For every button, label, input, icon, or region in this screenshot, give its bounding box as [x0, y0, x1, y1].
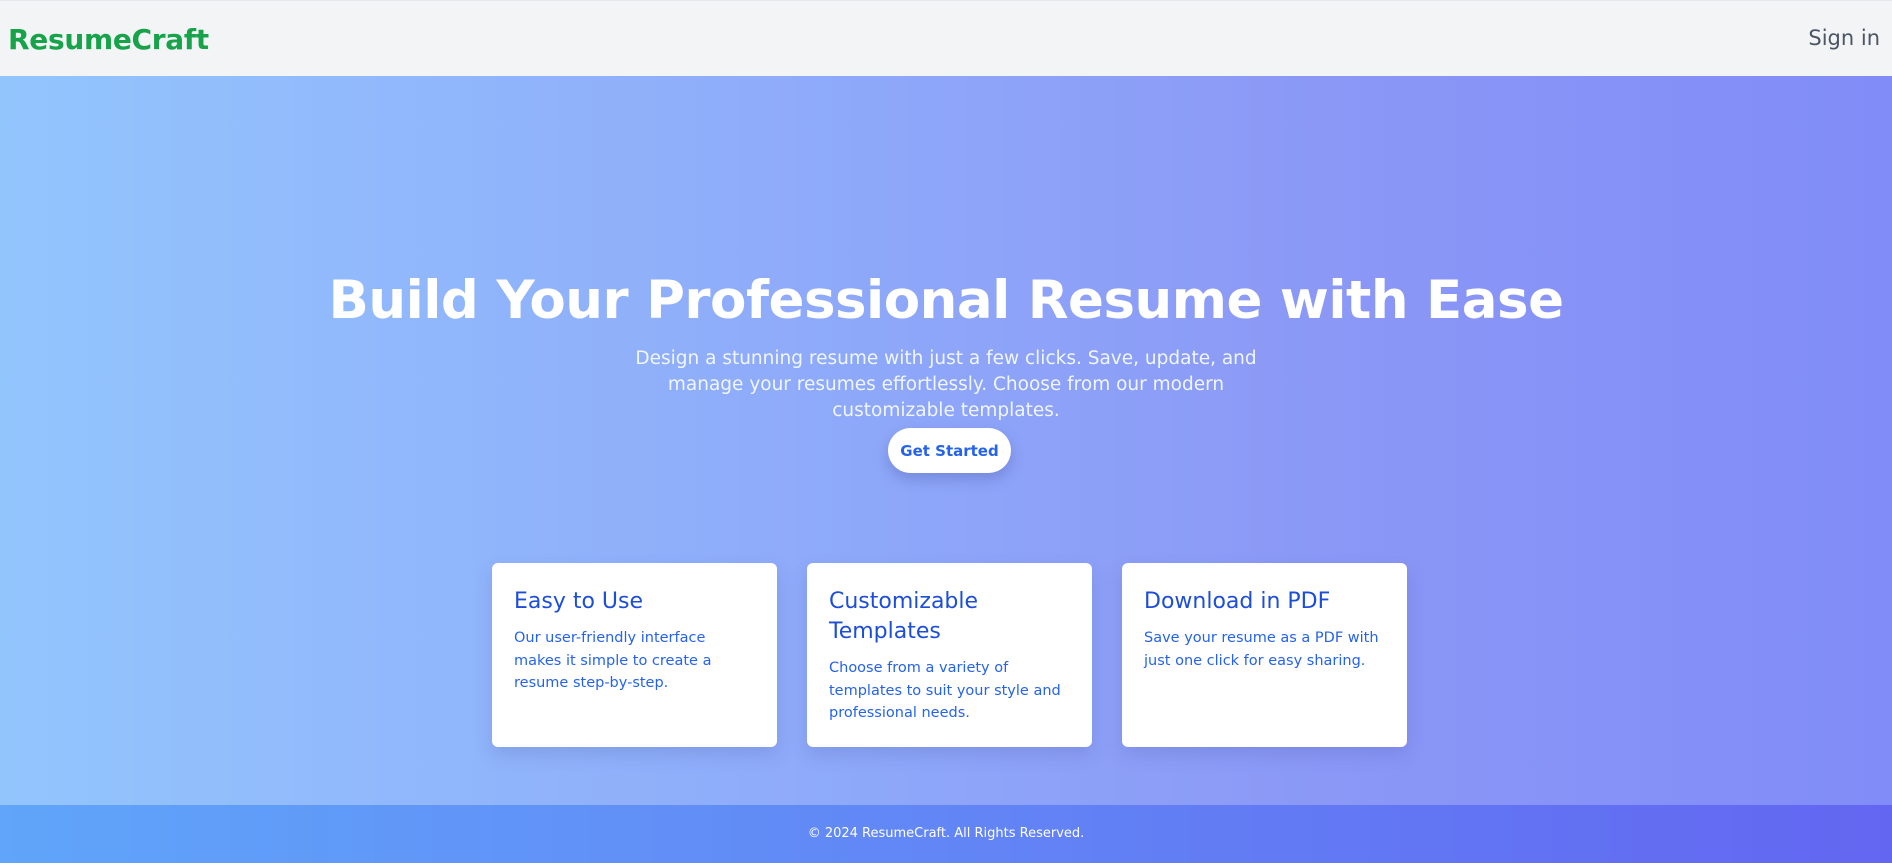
navbar: ResumeCraft Sign in	[0, 0, 1892, 76]
get-started-button[interactable]: Get Started	[888, 428, 1011, 473]
feature-title: Download in PDF	[1144, 589, 1331, 614]
sign-in-link[interactable]: Sign in	[1808, 26, 1880, 50]
feature-description: Our user-friendly interface makes it sim…	[514, 630, 712, 691]
feature-card-customizable-templates: Customizable Templates Choose from a var…	[807, 563, 1092, 747]
feature-description: Choose from a variety of templates to su…	[829, 660, 1061, 721]
feature-card-easy-to-use: Easy to Use Our user-friendly interface …	[492, 563, 777, 747]
hero-subtitle: Design a stunning resume with just a few…	[635, 348, 1257, 421]
footer-copyright: © 2024 ResumeCraft. All Rights Reserved.	[807, 826, 1085, 841]
hero-title: Build Your Professional Resume with Ease	[328, 270, 1564, 331]
brand-logo[interactable]: ResumeCraft	[8, 23, 209, 56]
feature-title: Customizable Templates	[829, 589, 979, 644]
feature-title: Easy to Use	[514, 589, 644, 614]
hero-section: Build Your Professional Resume with Ease…	[0, 76, 1892, 805]
feature-description: Save your resume as a PDF with just one …	[1144, 630, 1379, 669]
feature-card-download-pdf: Download in PDF Save your resume as a PD…	[1122, 563, 1407, 747]
footer: © 2024 ResumeCraft. All Rights Reserved.	[0, 805, 1892, 863]
